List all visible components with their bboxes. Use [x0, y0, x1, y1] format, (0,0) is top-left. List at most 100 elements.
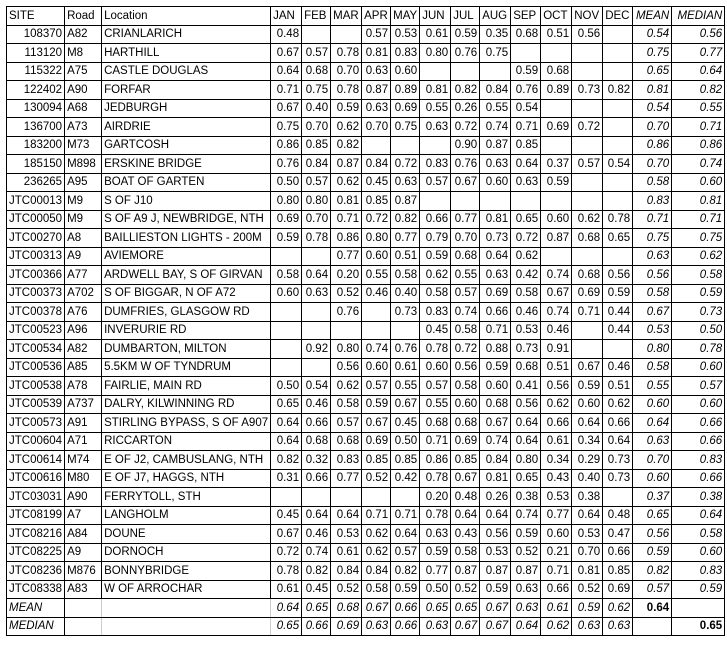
month-value-cell	[602, 61, 634, 81]
month-value-cell	[330, 320, 363, 340]
month-value-cell: 0.85	[361, 450, 392, 470]
month-value-cell: 0.52	[510, 542, 542, 562]
table-row: 236265 A95 BOAT OF GARTEN 0.50 0.57 0.62 0.45 0…	[5, 172, 726, 192]
site-cell: JTC00378	[5, 302, 66, 322]
month-value-cell: 0.84	[330, 561, 363, 581]
road-cell: A8	[64, 228, 103, 248]
month-value-cell: 0.71	[330, 209, 363, 229]
road-cell: A77	[64, 265, 103, 285]
mean-cell: 0.67	[632, 302, 673, 322]
month-value-cell	[571, 320, 604, 340]
month-value-cell: 0.80	[510, 450, 542, 470]
median-cell: 0.59	[671, 283, 726, 303]
median-cell: 0.64	[671, 505, 726, 525]
month-value-cell: 0.73	[390, 302, 421, 322]
month-value-cell: 0.57	[361, 24, 392, 44]
road-cell: A75	[64, 61, 103, 81]
summary-month-cell: 0.67	[479, 598, 512, 618]
road-cell: M80	[64, 468, 103, 488]
median-cell: 0.56	[671, 24, 726, 44]
mean-cell: 0.56	[632, 524, 673, 544]
month-value-cell: 0.56	[571, 24, 604, 44]
summary-month-cell: 0.64	[510, 616, 542, 636]
month-value-cell	[361, 320, 392, 340]
month-value-cell: 0.84	[361, 561, 392, 581]
month-value-cell: 0.87	[540, 228, 573, 248]
column-header-road: Road	[64, 6, 103, 26]
month-value-cell: 0.55	[419, 98, 452, 118]
median-cell: 0.73	[671, 302, 726, 322]
month-value-cell: 0.72	[361, 209, 392, 229]
month-value-cell: 0.56	[510, 394, 542, 414]
month-value-cell: 0.89	[390, 80, 421, 100]
month-value-cell: 0.77	[330, 468, 363, 488]
month-value-cell: 0.45	[361, 172, 392, 192]
month-value-cell: 0.62	[419, 265, 452, 285]
month-value-cell: 0.44	[602, 320, 634, 340]
site-cell: JTC00313	[5, 246, 66, 266]
summary-month-cell: 0.65	[301, 598, 332, 618]
month-value-cell: 0.46	[510, 302, 542, 322]
month-value-cell: 0.48	[270, 24, 303, 44]
month-value-cell: 0.66	[602, 413, 634, 433]
month-value-cell: 0.65	[602, 228, 634, 248]
month-value-cell: 0.52	[361, 468, 392, 488]
summary-month-cell: 0.65	[270, 616, 303, 636]
month-value-cell: 0.62	[330, 172, 363, 192]
month-value-cell	[450, 191, 481, 211]
month-value-cell: 0.46	[301, 524, 332, 544]
month-value-cell: 0.60	[540, 524, 573, 544]
month-value-cell: 0.67	[540, 283, 573, 303]
month-value-cell: 0.64	[510, 431, 542, 451]
month-value-cell: 0.46	[301, 394, 332, 414]
month-value-cell	[540, 246, 573, 266]
mean-cell: 0.75	[632, 43, 673, 63]
location-cell: S OF J10	[101, 191, 272, 211]
road-cell: M8	[64, 43, 103, 63]
month-value-cell: 0.59	[510, 524, 542, 544]
month-value-cell	[301, 302, 332, 322]
month-value-cell: 0.65	[510, 209, 542, 229]
month-value-cell: 0.71	[540, 561, 573, 581]
month-value-cell	[419, 61, 452, 81]
month-value-cell: 0.72	[390, 154, 421, 174]
month-value-cell	[571, 191, 604, 211]
month-value-cell: 0.71	[419, 431, 452, 451]
month-value-cell: 0.68	[301, 61, 332, 81]
month-value-cell: 0.74	[540, 302, 573, 322]
month-value-cell: 0.66	[301, 413, 332, 433]
site-cell: 136700	[5, 117, 66, 137]
month-value-cell	[540, 43, 573, 63]
month-value-cell: 0.63	[419, 524, 452, 544]
month-value-cell: 0.72	[450, 339, 481, 359]
month-value-cell: 0.74	[301, 542, 332, 562]
month-value-cell	[330, 487, 363, 507]
column-header-oct: OCT	[540, 6, 573, 26]
column-header-dec: DEC	[602, 6, 634, 26]
month-value-cell	[602, 98, 634, 118]
summary-month-cell: 0.64	[270, 598, 303, 618]
month-value-cell: 0.66	[479, 302, 512, 322]
summary-month-cell: 0.63	[361, 616, 392, 636]
mean-cell: 0.75	[632, 228, 673, 248]
site-cell: JTC08338	[5, 579, 66, 599]
month-value-cell: 0.60	[361, 246, 392, 266]
month-value-cell: 0.46	[602, 357, 634, 377]
month-value-cell: 0.68	[450, 413, 481, 433]
month-value-cell: 0.45	[390, 413, 421, 433]
summary-row-mean: MEAN 0.64 0.65 0.68 0.67 0.66 0.65 0.65 0.67 0.63…	[5, 598, 726, 618]
month-value-cell: 0.84	[479, 450, 512, 470]
month-value-cell: 0.61	[390, 357, 421, 377]
month-value-cell: 0.53	[510, 320, 542, 340]
site-cell: 122402	[5, 80, 66, 100]
table-row: JTC00539 A737 DALRY, KILWINNING RD 0.65 0.46…	[5, 394, 726, 414]
month-value-cell: 0.67	[270, 98, 303, 118]
site-cell: 183200	[5, 135, 66, 155]
month-value-cell: 0.74	[510, 505, 542, 525]
month-value-cell	[390, 320, 421, 340]
month-value-cell: 0.78	[602, 209, 634, 229]
month-value-cell: 0.61	[419, 24, 452, 44]
month-value-cell: 0.75	[301, 80, 332, 100]
mean-cell: 0.60	[632, 468, 673, 488]
road-cell: A73	[64, 117, 103, 137]
